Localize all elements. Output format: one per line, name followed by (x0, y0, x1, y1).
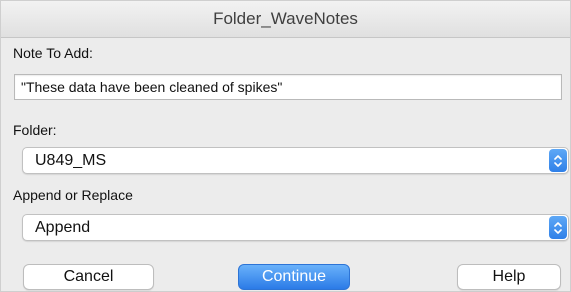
updown-chevron-icon[interactable] (549, 149, 567, 172)
note-input[interactable] (14, 74, 562, 100)
continue-button[interactable]: Continue (238, 264, 350, 290)
note-label: Note To Add: (13, 45, 93, 61)
append-replace-selected-value: Append (35, 218, 91, 236)
append-replace-popup[interactable]: Append (22, 214, 569, 241)
title-bar[interactable]: Folder_WaveNotes (1, 1, 570, 38)
folder-label: Folder: (13, 122, 57, 138)
dialog-window: Folder_WaveNotes Note To Add: Folder: U8… (0, 0, 571, 292)
help-button[interactable]: Help (457, 264, 561, 290)
updown-chevron-icon[interactable] (549, 216, 567, 239)
cancel-button[interactable]: Cancel (23, 264, 154, 290)
folder-popup[interactable]: U849_MS (22, 147, 569, 174)
append-replace-label: Append or Replace (13, 187, 133, 203)
window-title: Folder_WaveNotes (213, 9, 358, 28)
folder-selected-value: U849_MS (35, 151, 107, 169)
